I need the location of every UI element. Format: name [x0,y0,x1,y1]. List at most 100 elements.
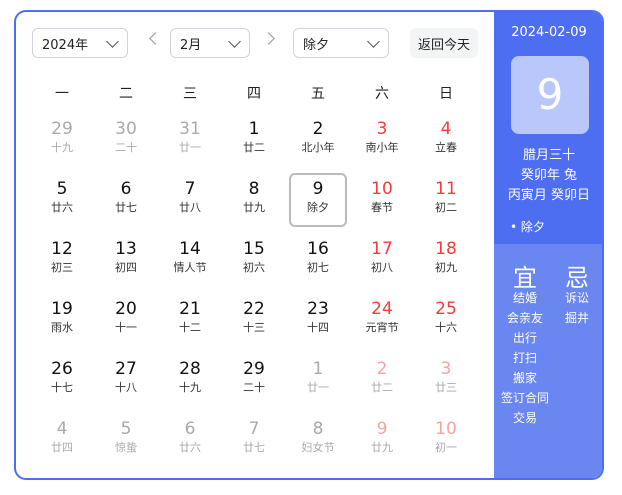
day-number: 2 [376,359,388,379]
year-select[interactable]: 2024年 [32,28,128,58]
next-month-button[interactable] [262,32,275,48]
day-number: 8 [312,419,324,439]
day-number: 5 [56,179,68,199]
day-cell[interactable]: 30 二十 [97,113,155,167]
day-cell[interactable]: 9 廿九 [353,413,411,467]
day-detail-top: 2024-02-09 9 腊月三十 癸卯年 兔 丙寅月 癸卯日 • 除夕 [494,12,602,244]
day-cell[interactable]: 29 二十 [225,353,283,407]
day-lunar-label: 十九 [51,141,73,154]
day-cell[interactable]: 14 情人节 [161,233,219,287]
chevron-left-icon [149,32,162,45]
day-lunar-label: 廿九 [243,201,265,214]
day-lunar-label: 廿三 [435,381,457,394]
day-cell[interactable]: 20 十一 [97,293,155,347]
day-lunar-label: 立春 [435,141,457,154]
day-cell[interactable]: 10 春节 [353,173,411,227]
day-lunar-label: 南小年 [365,141,399,154]
day-lunar-label: 廿一 [307,381,329,394]
day-cell[interactable]: 5 惊蛰 [97,413,155,467]
day-lunar-label: 二十 [243,381,265,394]
day-lunar-label: 廿四 [51,441,73,454]
day-cell[interactable]: 2 北小年 [289,113,347,167]
day-number: 9 [376,419,388,439]
day-lunar-label: 廿九 [371,441,393,454]
day-cell[interactable]: 13 初四 [97,233,155,287]
day-cell[interactable]: 3 南小年 [353,113,411,167]
day-cell[interactable]: 3 廿三 [417,353,475,407]
day-cell[interactable]: 18 初九 [417,233,475,287]
day-cell[interactable]: 6 廿六 [161,413,219,467]
day-cell[interactable]: 17 初八 [353,233,411,287]
day-lunar-label: 十二 [179,321,201,334]
month-select-value: 2月 [180,37,202,53]
day-cell[interactable]: 27 十八 [97,353,155,407]
day-lunar-label: 廿二 [243,141,265,154]
day-lunar-label: 雨水 [51,321,73,334]
day-cell[interactable]: 11 初二 [417,173,475,227]
day-cell[interactable]: 26 十七 [33,353,91,407]
day-cell[interactable]: 8 廿九 [225,173,283,227]
day-number: 16 [307,239,329,259]
day-cell[interactable]: 22 十三 [225,293,283,347]
day-number: 30 [115,119,137,139]
day-cell[interactable]: 10 初一 [417,413,475,467]
day-lunar-label: 廿六 [179,441,201,454]
day-cell[interactable]: 5 廿六 [33,173,91,227]
yi-item: 出行 [512,331,537,345]
day-cell[interactable]: 25 十六 [417,293,475,347]
chevron-down-icon [106,35,119,48]
day-number: 7 [184,179,196,199]
prev-month-button[interactable] [148,32,162,48]
day-cell[interactable]: 28 十九 [161,353,219,407]
year-select-value: 2024年 [42,37,89,53]
holiday-select[interactable]: 除夕 [293,28,389,58]
day-lunar-label: 十一 [115,321,137,334]
day-lunar-label: 春节 [371,201,393,214]
day-cell[interactable]: 16 初七 [289,233,347,287]
day-cell[interactable]: 4 廿四 [33,413,91,467]
day-number: 17 [371,239,393,259]
day-cell[interactable]: 8 妇女节 [289,413,347,467]
return-today-button[interactable]: 返回今天 [410,28,478,58]
day-lunar-label: 廿七 [243,441,265,454]
detail-festival: • 除夕 [510,220,545,234]
day-lunar-label: 初四 [115,261,137,274]
day-lunar-label: 十八 [115,381,137,394]
day-lunar-label: 惊蛰 [115,441,137,454]
day-cell-selected[interactable]: 9 除夕 [289,173,347,227]
month-select[interactable]: 2月 [170,28,250,58]
detail-lunar-date: 腊月三十 [522,148,575,163]
day-cell[interactable]: 7 廿七 [225,413,283,467]
day-cell[interactable]: 12 初三 [33,233,91,287]
day-cell[interactable]: 6 廿七 [97,173,155,227]
day-cell[interactable]: 7 廿八 [161,173,219,227]
day-cell[interactable]: 4 立春 [417,113,475,167]
day-number: 5 [120,419,132,439]
yi-item: 签订合同 [500,391,549,405]
day-cell[interactable]: 19 雨水 [33,293,91,347]
chevron-right-icon [262,32,275,45]
day-number: 27 [115,359,137,379]
day-lunar-label: 除夕 [307,201,329,214]
day-detail-panel: 2024-02-09 9 腊月三十 癸卯年 兔 丙寅月 癸卯日 • 除夕 宜 忌… [494,12,602,478]
day-lunar-label: 廿七 [115,201,137,214]
day-cell[interactable]: 15 初六 [225,233,283,287]
chevron-down-icon [228,35,241,48]
day-number: 29 [243,359,265,379]
day-lunar-label: 初一 [435,441,457,454]
day-cell[interactable]: 2 廿二 [353,353,411,407]
day-lunar-label: 初二 [435,201,457,214]
detail-big-day: 9 [511,56,589,134]
day-cell[interactable]: 24 元宵节 [353,293,411,347]
day-lunar-label: 初七 [307,261,329,274]
day-cell[interactable]: 1 廿一 [289,353,347,407]
day-number: 31 [179,119,201,139]
day-cell[interactable]: 1 廿二 [225,113,283,167]
day-number: 7 [248,419,260,439]
yi-item: 搬家 [512,371,537,385]
yi-item: 会亲友 [506,311,543,325]
day-cell[interactable]: 21 十二 [161,293,219,347]
day-cell[interactable]: 23 十四 [289,293,347,347]
day-cell[interactable]: 29 十九 [33,113,91,167]
day-cell[interactable]: 31 廿一 [161,113,219,167]
